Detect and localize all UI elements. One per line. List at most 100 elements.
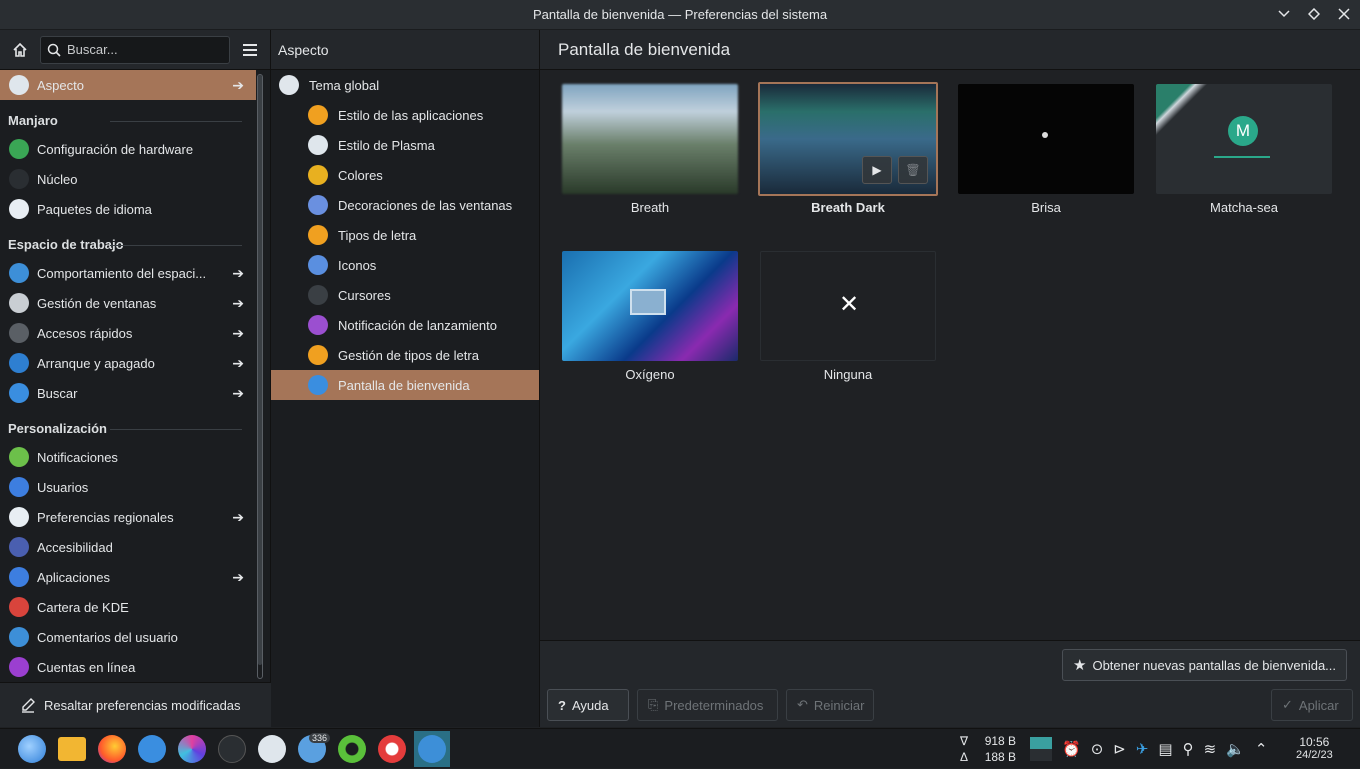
color-picker-icon[interactable] (174, 731, 210, 767)
highlight-changed-button[interactable]: Resaltar preferencias modificadas (0, 682, 271, 727)
subcategory-item-font-management[interactable]: Gestión de tipos de letra (271, 340, 539, 370)
subcategory-item-launch-feedback[interactable]: Notificación de lanzamiento (271, 310, 539, 340)
hardware-icon (9, 139, 29, 159)
media-play-icon[interactable]: ⊳ (1113, 740, 1126, 758)
wifi-icon[interactable]: ≋ (1204, 740, 1217, 758)
sidebar-item-language[interactable]: Paquetes de idioma (0, 194, 256, 224)
telegram-icon[interactable]: ✈ (1136, 740, 1149, 758)
section-header: Personalización (0, 408, 256, 442)
sidebar-scrollbar[interactable] (257, 74, 263, 679)
theme-card-breathdark[interactable]: ▶ 🗑 Breath Dark (758, 82, 938, 230)
network-app-icon[interactable] (334, 731, 370, 767)
sidebar-item-feedback[interactable]: Comentarios del usuario (0, 622, 256, 652)
search-field[interactable] (40, 35, 230, 64)
theme-preview[interactable]: M (1156, 84, 1332, 194)
theme-card-oxygen[interactable]: Oxígeno (560, 249, 740, 397)
update-icon[interactable]: ⊙ (1091, 740, 1104, 758)
sidebar-item-search[interactable]: Buscar ➔ (0, 378, 256, 408)
sidebar-item-wallet[interactable]: Cartera de KDE (0, 592, 256, 622)
sidebar-item-palette[interactable]: Aspecto ➔ (0, 70, 256, 100)
file-manager-icon[interactable] (54, 731, 90, 767)
subcategory-item-fonts[interactable]: Tipos de letra (271, 220, 539, 250)
section-header: Espacio de trabajo (0, 224, 256, 258)
clock[interactable]: 10:56 24/2/23 (1296, 729, 1333, 769)
sidebar-item-keyboard[interactable]: Accesos rápidos ➔ (0, 318, 256, 348)
sidebar-item-users[interactable]: Usuarios (0, 472, 256, 502)
system-settings-task-icon[interactable] (414, 731, 450, 767)
get-new-splash-button[interactable]: ★ Obtener nuevas pantallas de bienvenida… (1062, 649, 1348, 681)
sidebar-item-accounts[interactable]: Cuentas en línea (0, 652, 256, 682)
subcategory-pane: Aspecto Tema global Estilo de las aplicac… (271, 30, 540, 727)
subcategory-item-cursors[interactable]: Cursores (271, 280, 539, 310)
clipboard-icon[interactable]: ▤ (1158, 740, 1172, 758)
delete-trash-button[interactable]: 🗑 (898, 156, 928, 184)
sidebar-item-regional[interactable]: Preferencias regionales ➔ (0, 502, 256, 532)
preview-play-button[interactable]: ▶ (862, 156, 892, 184)
close-icon[interactable] (1336, 6, 1352, 22)
search-input[interactable] (67, 42, 197, 57)
app-style-icon (308, 105, 328, 125)
theme-preview[interactable] (958, 84, 1134, 194)
subcategory-item-app-style[interactable]: Estilo de las aplicaciones (271, 100, 539, 130)
sidebar-item-label: Usuarios (37, 479, 89, 495)
theme-card-brisa[interactable]: Brisa (956, 82, 1136, 230)
page-title: Pantalla de bienvenida (540, 30, 1360, 70)
sidebar-item-power[interactable]: Arranque y apagado ➔ (0, 348, 256, 378)
spinner-icon (1042, 132, 1048, 138)
clock-time: 10:56 (1299, 735, 1330, 749)
subcategory-item-global-theme[interactable]: Tema global (271, 70, 539, 100)
plasma-style-icon (308, 135, 328, 155)
sidebar-item-workspace[interactable]: Comportamiento del espaci... ➔ (0, 258, 256, 288)
firefox-icon[interactable] (94, 731, 130, 767)
minimize-chevron-icon[interactable] (1276, 6, 1292, 22)
theme-card-none[interactable]: ✕ Ninguna (758, 249, 938, 397)
reset-button[interactable]: ↶ Reiniciar (786, 689, 874, 721)
vivaldi-icon[interactable] (374, 731, 410, 767)
subcategory-item-plasma-style[interactable]: Estilo de Plasma (271, 130, 539, 160)
theme-name: Ninguna (823, 367, 873, 382)
apply-button[interactable]: ✓ Aplicar (1271, 689, 1353, 721)
defaults-button[interactable]: ⎘ Predeterminados (637, 689, 778, 721)
help-button[interactable]: ? Ayuda (547, 689, 629, 721)
sidebar-item-accessibility[interactable]: Accesibilidad (0, 532, 256, 562)
theme-preview[interactable] (562, 84, 738, 194)
app-launcher-icon[interactable] (14, 731, 50, 767)
monitor-icon (630, 289, 666, 315)
subcategory-header: Aspecto (271, 30, 539, 70)
subcategory-label: Cursores (338, 287, 391, 303)
sidebar-item-notification[interactable]: Notificaciones (0, 442, 256, 472)
sidebar-item-label: Accesibilidad (37, 539, 113, 555)
subcategory-label: Tema global (309, 77, 380, 93)
language-icon (9, 199, 29, 219)
arrow-right-icon: ➔ (232, 355, 244, 371)
theme-preview[interactable] (562, 251, 738, 361)
subcategory-label: Estilo de las aplicaciones (338, 107, 484, 123)
subcategory-item-icons[interactable]: Iconos (271, 250, 539, 280)
subcategory-item-window-decorations[interactable]: Decoraciones de las ventanas (271, 190, 539, 220)
home-icon[interactable] (8, 38, 32, 62)
alarm-icon[interactable]: ⏰ (1062, 740, 1081, 758)
theme-preview[interactable]: ✕ (760, 251, 936, 361)
system-monitor-icon[interactable] (254, 731, 290, 767)
discover-icon[interactable] (134, 731, 170, 767)
volume-icon[interactable]: 🔈 (1226, 740, 1245, 758)
sidebar-item-hardware[interactable]: Configuración de hardware (0, 134, 256, 164)
network-graph-icon[interactable] (1030, 737, 1052, 761)
sidebar-item-gear[interactable]: Núcleo (0, 164, 256, 194)
font-management-icon (308, 345, 328, 365)
sidebar-item-apps[interactable]: Aplicaciones ➔ (0, 562, 256, 592)
sidebar-item-windows[interactable]: Gestión de ventanas ➔ (0, 288, 256, 318)
telegram-notify-icon[interactable]: 336 (294, 731, 330, 767)
theme-card-matcha[interactable]: M Matcha-sea (1154, 82, 1334, 230)
maximize-diamond-icon[interactable] (1306, 6, 1322, 22)
hamburger-menu-icon[interactable] (238, 38, 262, 62)
steam-icon[interactable] (214, 731, 250, 767)
apps-icon (9, 567, 29, 587)
usb-icon[interactable]: ⚲ (1183, 740, 1194, 758)
subcategory-item-splash-screen[interactable]: Pantalla de bienvenida (271, 370, 539, 400)
chevron-up-icon[interactable]: ⌃ (1255, 740, 1268, 758)
theme-card-breath[interactable]: Breath (560, 82, 740, 230)
theme-preview[interactable]: ▶ 🗑 (758, 82, 938, 196)
subcategory-item-colors[interactable]: Colores (271, 160, 539, 190)
global-theme-icon (279, 75, 299, 95)
